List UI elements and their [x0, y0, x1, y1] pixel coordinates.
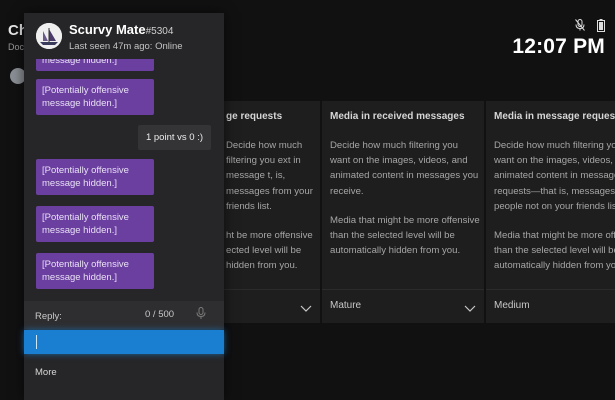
message-bubble: [Potentially offensive message hidden.] [36, 253, 154, 289]
battery-icon [597, 18, 605, 32]
reply-row: Reply: 0 / 500 [24, 301, 224, 329]
character-count: 0 / 500 [145, 309, 175, 320]
presence-status: Last seen 47m ago: Online [69, 41, 183, 52]
reply-label: Reply: [35, 311, 62, 322]
contact-name: Scurvy Mate#5304 [69, 22, 174, 37]
chevron-down-icon [464, 300, 476, 318]
settings-card-media-requests[interactable]: Media in message requests Decide how muc… [486, 101, 615, 323]
dropdown-value: Mature [330, 300, 362, 311]
avatar [36, 23, 62, 49]
card-title: Media in message requests [494, 111, 615, 122]
page-subtitle: Doc [8, 42, 25, 52]
reply-input[interactable] [24, 330, 224, 354]
chat-panel: message hidden.] [Potentially offensive … [24, 13, 224, 400]
message-bubble: [Potentially offensive message hidden.] [36, 159, 154, 195]
chat-header: Scurvy Mate#5304 Last seen 47m ago: Onli… [24, 13, 224, 59]
chevron-down-icon [300, 300, 312, 318]
card-description: Decide how much filtering you want on th… [330, 140, 480, 257]
card-description: Decide how much filtering you ext in mes… [226, 140, 313, 272]
settings-card-media-received[interactable]: Media in received messages Decide how mu… [322, 101, 484, 323]
text-cursor [36, 335, 37, 349]
dropdown-value: Medium [494, 300, 530, 311]
card-title: ge requests [226, 111, 283, 122]
card-description: Decide how much filtering you want on th… [494, 140, 615, 272]
more-button[interactable]: More [35, 367, 57, 378]
message-bubble: [Potentially offensive message hidden.] [36, 206, 154, 242]
microphone-icon[interactable] [196, 307, 206, 325]
sent-message-bubble: 1 point vs 0 :) [137, 125, 211, 150]
card-title: Media in received messages [330, 111, 465, 122]
system-status: 12:07 PM [512, 18, 605, 59]
message-bubble: [Potentially offensive message hidden.] [36, 79, 154, 115]
card-dropdown[interactable]: Mature [322, 289, 484, 324]
mic-muted-icon [575, 19, 585, 31]
card-dropdown[interactable]: Medium [486, 289, 615, 323]
clock: 12:07 PM [512, 35, 605, 58]
gamertag-suffix: #5304 [145, 26, 174, 37]
